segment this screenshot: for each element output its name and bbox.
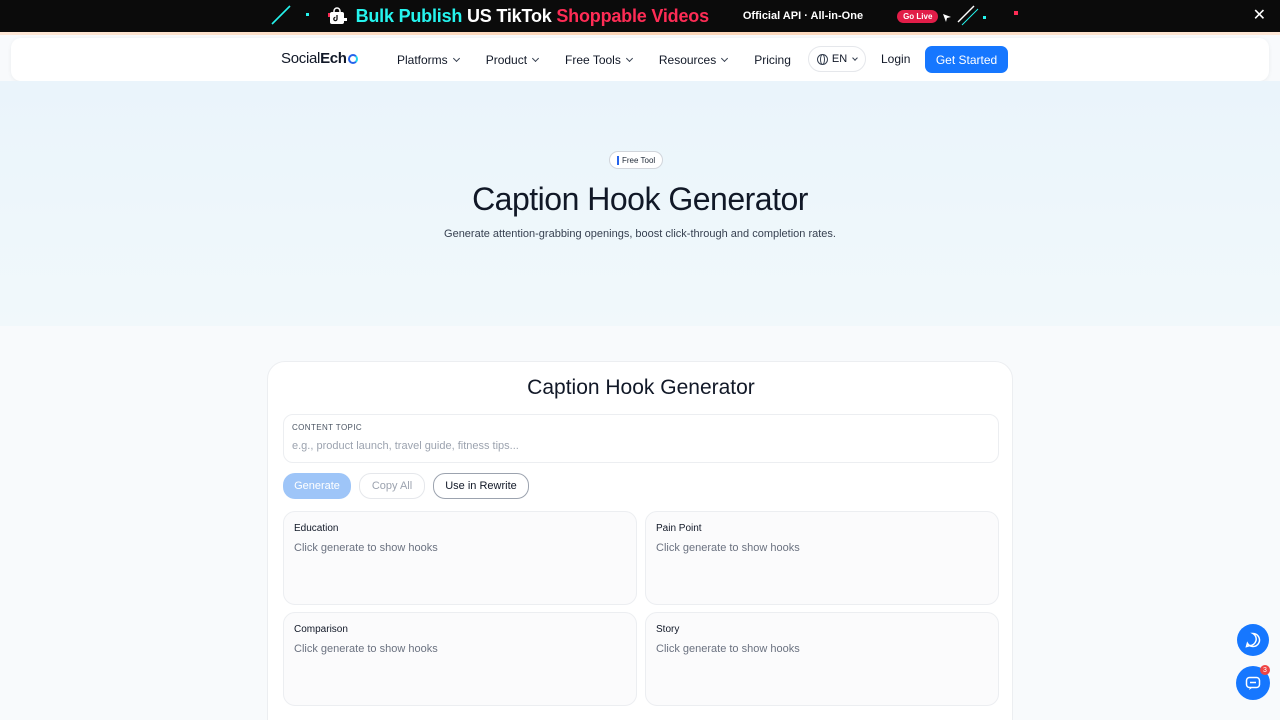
chevron-down-icon xyxy=(532,54,540,62)
hook-placeholder: Click generate to show hooks xyxy=(656,643,800,655)
cursor-icon xyxy=(943,14,952,22)
hook-title: Education xyxy=(294,523,339,534)
globe-icon xyxy=(816,53,828,65)
content-topic-field[interactable]: CONTENT TOPIC xyxy=(283,414,999,463)
page-subtitle: Generate attention-grabbing openings, bo… xyxy=(444,228,836,240)
hook-card-story: Story Click generate to show hooks xyxy=(645,612,999,706)
top-navigation: SocialEch Platforms Product Free Tools R… xyxy=(11,38,1269,81)
chevron-down-icon xyxy=(452,54,460,62)
promo-title-part2: US TikTok xyxy=(467,5,552,26)
nav-resources[interactable]: Resources xyxy=(658,52,729,67)
hook-title: Comparison xyxy=(294,624,348,635)
nav-product-label: Product xyxy=(485,52,528,67)
hero-section: Free Tool Caption Hook Generator Generat… xyxy=(0,81,1280,326)
close-banner-button[interactable]: ✕ xyxy=(1253,6,1266,26)
promo-subtitle: Official API · All-in-One xyxy=(742,10,864,22)
chevron-down-icon xyxy=(625,54,633,62)
page-title: Caption Hook Generator xyxy=(472,181,808,217)
logo[interactable]: SocialEch xyxy=(281,50,358,67)
hook-placeholder: Click generate to show hooks xyxy=(294,643,438,655)
nav-platforms-label: Platforms xyxy=(397,52,448,67)
message-icon xyxy=(1245,676,1261,690)
chat-button[interactable] xyxy=(1237,624,1269,656)
nav-product[interactable]: Product xyxy=(485,52,540,67)
hook-placeholder: Click generate to show hooks xyxy=(294,542,438,554)
hook-card-comparison: Comparison Click generate to show hooks xyxy=(283,612,637,706)
promo-title-part1: Bulk Publish xyxy=(355,5,463,26)
nav-free-tools[interactable]: Free Tools xyxy=(565,52,633,67)
nav-free-tools-label: Free Tools xyxy=(565,52,621,67)
logo-mark-icon xyxy=(347,54,358,64)
nav-resources-label: Resources xyxy=(658,52,717,67)
nav-pricing[interactable]: Pricing xyxy=(754,53,791,67)
nav-platforms[interactable]: Platforms xyxy=(397,52,460,67)
chevron-down-icon xyxy=(721,54,729,62)
shopping-bag-icon xyxy=(328,7,346,25)
copy-all-button[interactable]: Copy All xyxy=(359,473,425,499)
nav-links: Platforms Product Free Tools Resources P… xyxy=(397,38,818,81)
unread-count-badge: 3 xyxy=(1260,665,1270,675)
chat-bubble-icon xyxy=(1245,632,1261,648)
language-selector[interactable]: EN xyxy=(808,46,866,72)
decor-lines-right-icon xyxy=(957,5,1018,26)
promo-title-part3: Shoppable Videos xyxy=(556,5,709,26)
chevron-down-icon xyxy=(852,54,858,61)
nav-pricing-label: Pricing xyxy=(754,52,791,67)
hook-card-pain-point: Pain Point Click generate to show hooks xyxy=(645,511,999,605)
promo-banner[interactable]: Bulk Publish US TikTok Shoppable Videos … xyxy=(0,0,1280,32)
free-tool-badge: Free Tool xyxy=(609,151,664,169)
banner-accent-line xyxy=(0,32,1280,35)
content-topic-input[interactable] xyxy=(292,437,982,455)
promo-title: Bulk Publish US TikTok Shoppable Videos xyxy=(355,5,710,27)
hook-title: Story xyxy=(656,624,680,635)
logo-text-light: Social xyxy=(281,50,321,67)
login-link[interactable]: Login xyxy=(881,52,910,66)
language-label: EN xyxy=(831,53,848,65)
get-started-button[interactable]: Get Started xyxy=(925,46,1008,73)
logo-text-bold: Ech xyxy=(320,50,347,67)
hook-placeholder: Click generate to show hooks xyxy=(656,542,800,554)
hook-card-education: Education Click generate to show hooks xyxy=(283,511,637,605)
generate-button[interactable]: Generate xyxy=(283,473,351,499)
badge-marker-icon xyxy=(617,155,619,165)
generator-card: Caption Hook Generator CONTENT TOPIC Gen… xyxy=(267,361,1013,720)
go-live-button[interactable]: Go Live xyxy=(897,9,939,23)
badge-label: Free Tool xyxy=(622,155,656,165)
content-topic-label: CONTENT TOPIC xyxy=(292,423,363,432)
hook-title: Pain Point xyxy=(656,523,702,534)
card-title: Caption Hook Generator xyxy=(527,376,755,399)
use-in-rewrite-button[interactable]: Use in Rewrite xyxy=(433,473,529,499)
